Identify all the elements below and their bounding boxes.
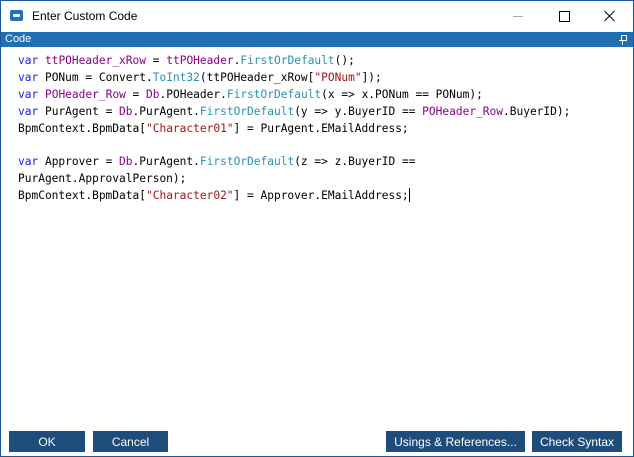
code-token: = — [146, 54, 167, 67]
code-token: Db — [119, 155, 133, 169]
code-text[interactable]: var ttPOHeader_xRow = ttPOHeader.FirstOr… — [18, 53, 570, 205]
code-token: BpmContext.BpmData[ — [18, 121, 146, 135]
pin-icon[interactable] — [619, 34, 627, 45]
code-token: "PONum" — [314, 70, 362, 84]
code-token: ToInt32 — [152, 70, 200, 84]
code-token: ] = Approver.EMailAddress; — [233, 189, 409, 203]
title-bar[interactable]: Enter Custom Code — [1, 1, 633, 31]
minimize-icon — [513, 15, 523, 17]
close-icon — [604, 10, 616, 22]
cancel-button[interactable]: Cancel — [93, 431, 168, 452]
code-line[interactable]: PurAgent.ApprovalPerson); — [18, 171, 570, 188]
code-token: ] = PurAgent.EMailAddress; — [233, 121, 409, 135]
code-token: (z => z.BuyerID == — [294, 155, 416, 169]
code-token: Db — [119, 104, 133, 118]
code-token: var — [18, 104, 39, 118]
code-token: .BuyerID); — [503, 104, 571, 118]
code-token: "Character02" — [145, 189, 234, 203]
code-line[interactable]: var PONum = Convert.ToInt32(ttPOHeader_x… — [18, 70, 570, 87]
code-token: (x => x.PONum == PONum); — [321, 87, 483, 101]
code-token: FirstOrDefault — [199, 104, 295, 118]
code-token: PurAgent = — [38, 104, 120, 118]
code-token: Db — [146, 87, 160, 101]
code-token: var — [18, 87, 39, 101]
code-line[interactable]: var ttPOHeader_xRow = ttPOHeader.FirstOr… — [18, 53, 570, 70]
code-token: POHeader_Row — [44, 87, 126, 101]
code-token: POHeader_Row — [422, 104, 503, 118]
dialog-footer: OK Cancel Usings & References... Check S… — [1, 420, 633, 456]
code-token: FirstOrDefault — [226, 87, 322, 101]
maximize-button[interactable] — [541, 1, 587, 31]
ok-button[interactable]: OK — [9, 431, 85, 452]
code-token: "Character01" — [145, 121, 234, 135]
code-line[interactable]: BpmContext.BpmData["Character01"] = PurA… — [18, 121, 570, 138]
code-token: .PurAgent. — [132, 104, 200, 118]
code-line[interactable] — [18, 137, 570, 154]
code-token: .PurAgent. — [132, 155, 200, 169]
code-token: FirstOrDefault — [240, 54, 335, 67]
code-token: var — [18, 54, 39, 67]
code-panel-header: Code — [1, 32, 633, 47]
code-token: (ttPOHeader_xRow[ — [199, 70, 315, 84]
code-token: ]); — [361, 70, 382, 84]
code-token: BpmContext.BpmData[ — [18, 189, 146, 203]
code-token: PurAgent.ApprovalPerson); — [18, 172, 187, 186]
code-token: PONum = Convert. — [38, 70, 153, 84]
code-line[interactable]: BpmContext.BpmData["Character02"] = Appr… — [18, 188, 570, 205]
check-syntax-button[interactable]: Check Syntax — [532, 431, 622, 452]
maximize-icon — [558, 10, 570, 22]
code-token: .POHeader. — [159, 87, 227, 101]
usings-references-button[interactable]: Usings & References... — [386, 431, 525, 452]
text-caret — [408, 188, 410, 203]
code-panel-title: Code — [5, 33, 32, 45]
code-line[interactable]: var Approver = Db.PurAgent.FirstOrDefaul… — [18, 154, 570, 171]
close-button[interactable] — [587, 1, 633, 31]
code-token: ttPOHeader_xRow — [44, 54, 147, 67]
minimize-button[interactable] — [495, 1, 541, 31]
code-line[interactable]: var POHeader_Row = Db.POHeader.FirstOrDe… — [18, 87, 570, 104]
code-editor[interactable]: var ttPOHeader_xRow = ttPOHeader.FirstOr… — [1, 48, 633, 420]
code-token: ttPOHeader — [166, 54, 234, 67]
code-token: var — [18, 155, 39, 169]
code-token: var — [18, 70, 39, 84]
code-token: = — [125, 87, 147, 101]
code-line[interactable]: var PurAgent = Db.PurAgent.FirstOrDefaul… — [18, 104, 570, 121]
custom-code-dialog: Enter Custom Code Code var ttPOHeader_xR… — [0, 0, 634, 457]
window-title: Enter Custom Code — [32, 9, 138, 23]
code-token: Approver = — [38, 155, 120, 169]
code-token: FirstOrDefault — [199, 155, 295, 169]
code-token: (y => y.BuyerID == — [294, 104, 423, 118]
code-token: (); — [334, 54, 355, 67]
app-icon — [10, 10, 23, 21]
